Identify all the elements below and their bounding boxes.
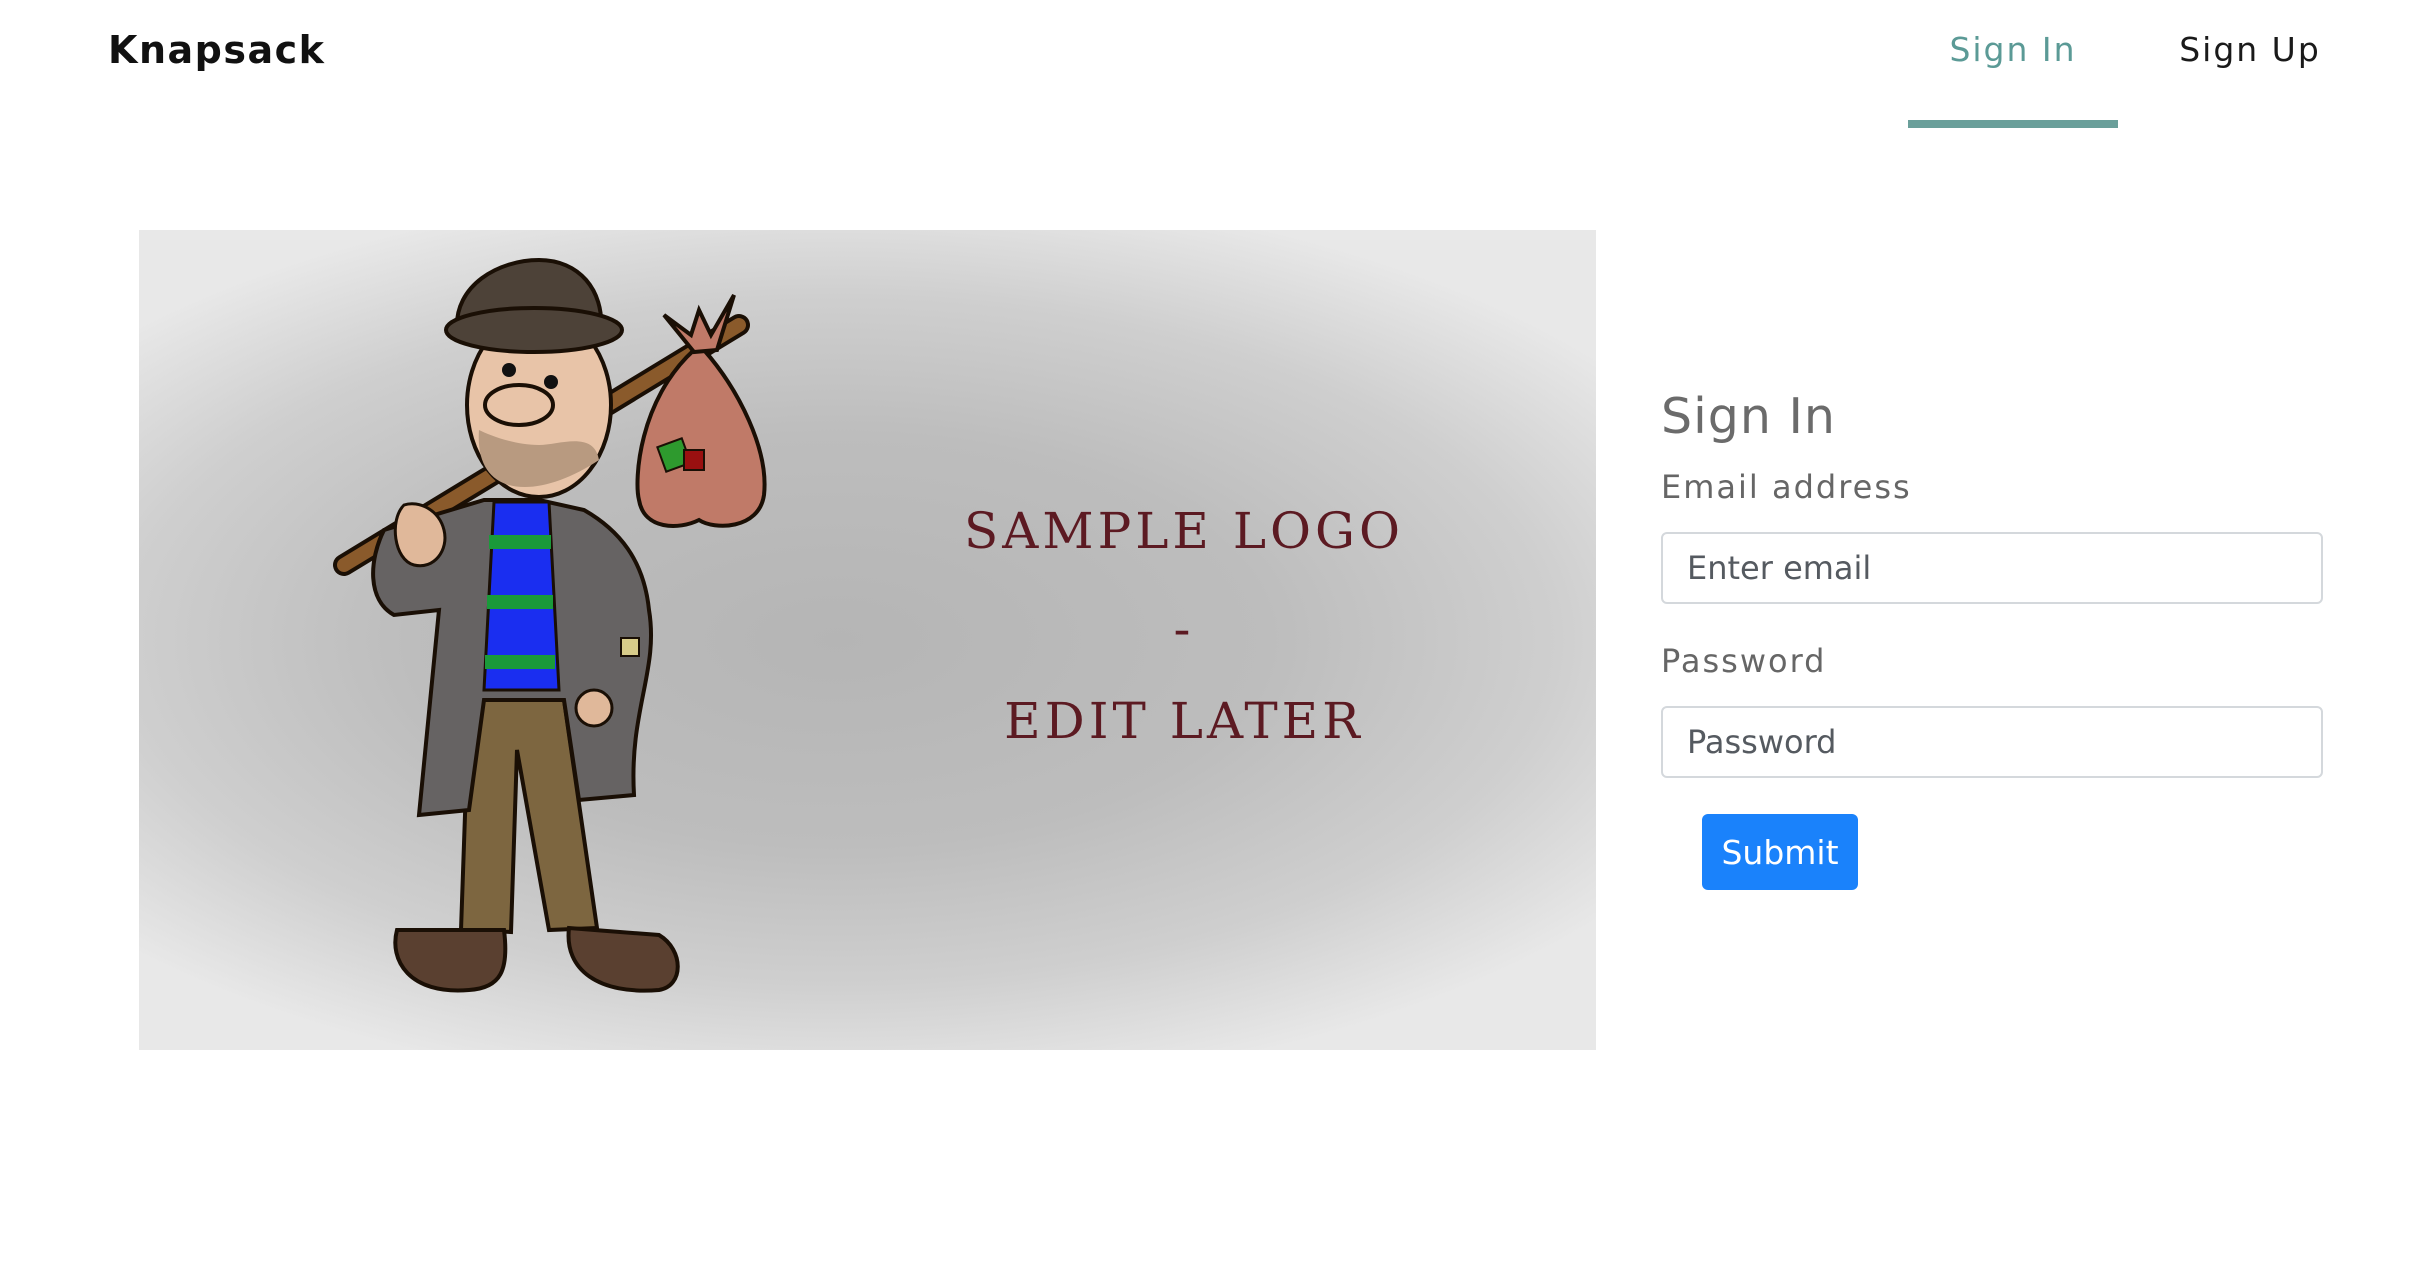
submit-button[interactable]: Submit (1702, 814, 1858, 890)
password-field[interactable] (1661, 706, 2323, 778)
password-label: Password (1661, 642, 1827, 680)
active-tab-indicator (1908, 120, 2118, 128)
hero-logo-image: SAMPLE LOGO - EDIT LATER (139, 230, 1596, 1050)
email-field[interactable] (1661, 532, 2323, 604)
email-label: Email address (1661, 468, 1912, 506)
nav-sign-up-label: Sign Up (2179, 30, 2321, 69)
nav-sign-in[interactable]: Sign In (1908, 30, 2118, 128)
nav-sign-in-label: Sign In (1949, 30, 2077, 69)
form-title: Sign In (1661, 388, 1836, 445)
logo-text-line-3: EDIT LATER (1004, 692, 1364, 750)
nav-sign-up[interactable]: Sign Up (2150, 30, 2350, 69)
logo-text-line-1: SAMPLE LOGO (964, 502, 1404, 560)
brand-logo[interactable]: Knapsack (108, 28, 325, 72)
logo-text-line-2: - (1173, 600, 1195, 658)
